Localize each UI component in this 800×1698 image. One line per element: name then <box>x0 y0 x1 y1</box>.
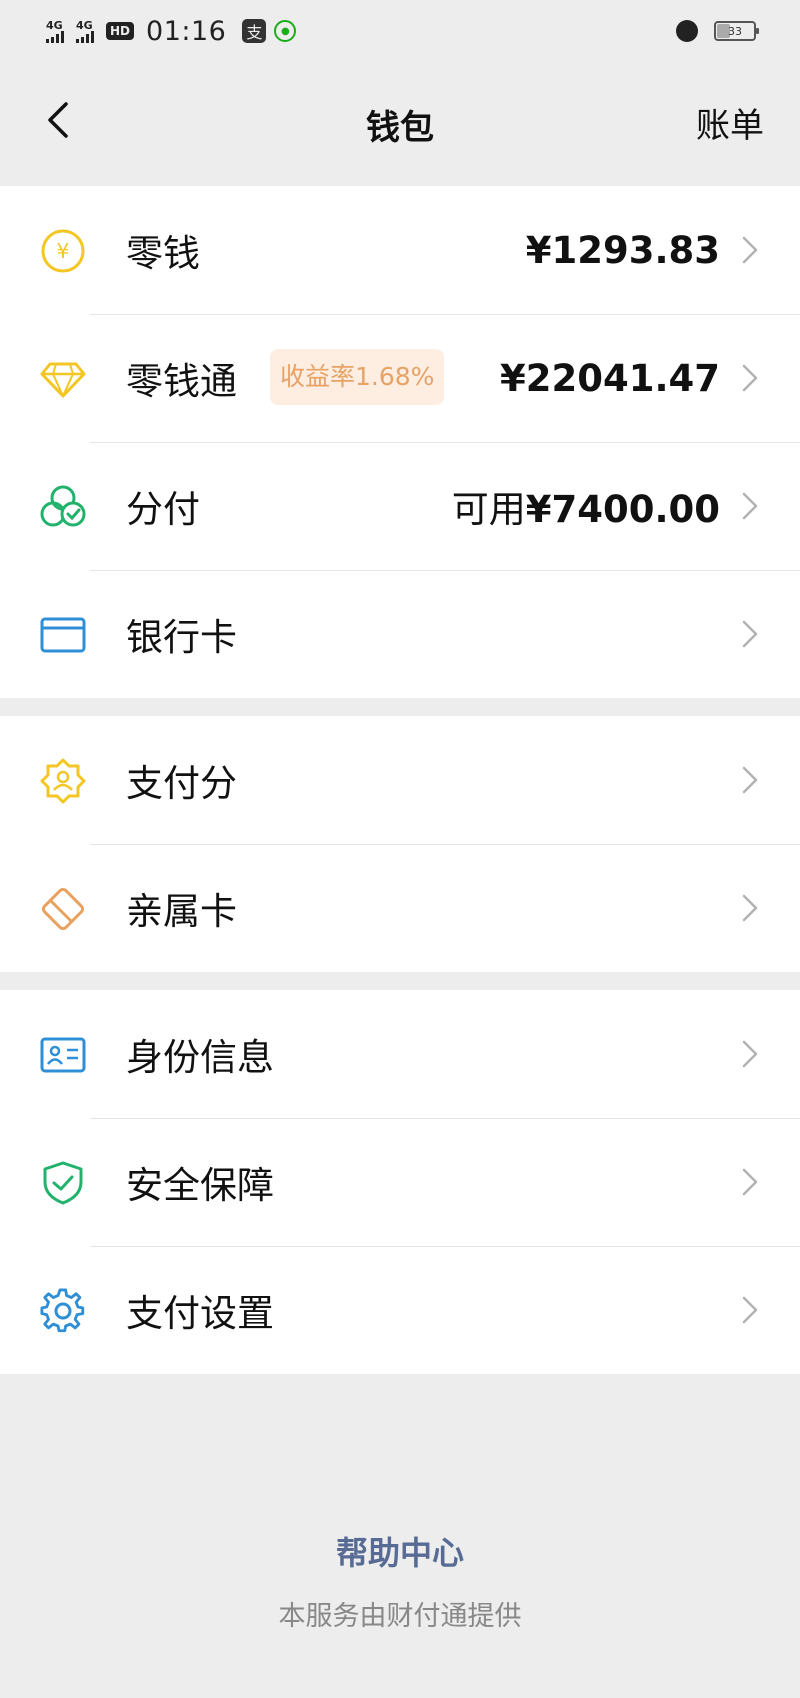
chevron-right-icon <box>742 1168 758 1196</box>
battery-level: 33 <box>728 24 742 38</box>
row-label: 分付 <box>126 488 200 531</box>
battery-icon: 33 <box>714 21 759 41</box>
wallet-group-funds: ¥ 零钱 ¥1293.83 零钱通 收益率1.68% ¥22041.47 分付 … <box>0 186 800 698</box>
chevron-right-icon <box>742 620 758 648</box>
row-value: ¥22041.47 <box>499 356 720 400</box>
available-prefix: 可用 <box>451 488 526 531</box>
alipay-notification-icon: 支 <box>242 19 267 43</box>
row-label: 安全保障 <box>126 1164 274 1207</box>
id-card-icon <box>40 1032 86 1078</box>
list-item-identity[interactable]: 身份信息 <box>0 990 800 1118</box>
diamond-icon <box>40 356 86 402</box>
gear-icon <box>40 1288 86 1334</box>
bank-card-icon <box>40 612 86 658</box>
shield-check-icon <box>40 1160 86 1206</box>
row-label: 身份信息 <box>126 1036 274 1079</box>
network-type-2: 4G <box>76 18 93 32</box>
chevron-right-icon <box>742 1296 758 1324</box>
list-item-change[interactable]: ¥ 零钱 ¥1293.83 <box>0 186 800 314</box>
list-item-bank-card[interactable]: 银行卡 <box>0 570 800 698</box>
chevron-right-icon <box>742 492 758 520</box>
wallet-group-credit: 支付分 亲属卡 <box>0 716 800 972</box>
row-label: 亲属卡 <box>126 890 237 933</box>
chevron-right-icon <box>742 364 758 392</box>
app-notification-icon: ● <box>274 20 297 42</box>
yield-rate-badge: 收益率1.68% <box>270 349 445 405</box>
status-right: 33 <box>676 20 759 42</box>
wallet-group-settings: 身份信息 安全保障 支付设置 <box>0 990 800 1374</box>
bill-button[interactable]: 账单 <box>696 98 764 147</box>
signal-icon-2: 4G <box>76 20 94 43</box>
row-value: ¥1293.83 <box>525 228 720 272</box>
chevron-right-icon <box>742 1040 758 1068</box>
row-label: 银行卡 <box>126 616 237 659</box>
network-type-1: 4G <box>46 18 63 32</box>
list-item-family-card[interactable]: 亲属卡 <box>0 844 800 972</box>
row-label: 支付设置 <box>126 1292 274 1335</box>
alarm-icon <box>676 20 698 42</box>
row-label: 零钱 <box>126 232 200 275</box>
page-title: 钱包 <box>366 107 434 148</box>
status-time: 01:16 <box>146 15 227 47</box>
clover-check-icon <box>40 484 86 530</box>
help-center-link[interactable]: 帮助中心 <box>0 1528 800 1574</box>
service-provider-note: 本服务由财付通提供 <box>278 1601 522 1632</box>
list-item-pay-settings[interactable]: 支付设置 <box>0 1246 800 1374</box>
back-button[interactable] <box>28 90 88 150</box>
yuan-coin-icon: ¥ <box>40 228 86 274</box>
list-item-lingqiantong[interactable]: 零钱通 收益率1.68% ¥22041.47 <box>0 314 800 442</box>
status-left: 4G 4G HD 01:16 支 ● <box>46 15 297 47</box>
list-item-pay-score[interactable]: 支付分 <box>0 716 800 844</box>
chevron-right-icon <box>742 766 758 794</box>
row-value: 可用¥7400.00 <box>452 479 720 533</box>
chevron-left-icon <box>48 102 68 138</box>
family-card-icon <box>40 886 86 932</box>
hd-voice-icon: HD <box>106 22 135 40</box>
nav-bar: 钱包 账单 <box>0 62 800 186</box>
row-label: 零钱通 <box>126 360 237 403</box>
chevron-right-icon <box>742 894 758 922</box>
svg-text:¥: ¥ <box>57 239 70 263</box>
list-item-security[interactable]: 安全保障 <box>0 1118 800 1246</box>
row-label: 支付分 <box>126 762 237 805</box>
status-bar: 4G 4G HD 01:16 支 ● 33 <box>0 0 800 62</box>
list-item-fenfu[interactable]: 分付 可用¥7400.00 <box>0 442 800 570</box>
badge-person-icon <box>40 758 86 804</box>
chevron-right-icon <box>742 236 758 264</box>
signal-icon: 4G <box>46 20 64 43</box>
available-amount: ¥7400.00 <box>525 488 720 531</box>
